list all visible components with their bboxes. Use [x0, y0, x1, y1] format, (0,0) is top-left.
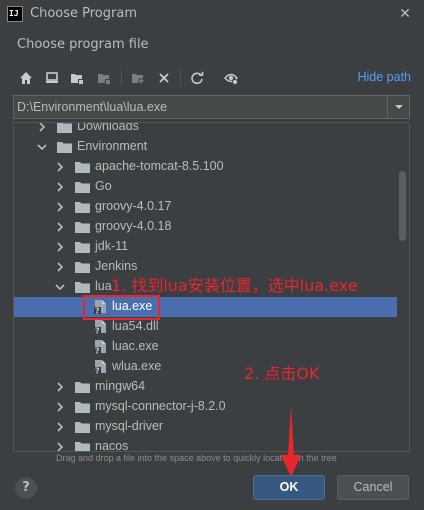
tree-folder-row[interactable]: Go: [14, 177, 397, 197]
path-history-dropdown[interactable]: [387, 96, 409, 118]
tree-item-label: jdk-11: [95, 239, 129, 253]
chevron-right-icon[interactable]: [55, 162, 65, 172]
tree-item-label: lua54.dll: [112, 319, 159, 333]
annotation-step-2: 2. 点击OK: [244, 364, 320, 383]
tree-scrollbar[interactable]: [397, 123, 408, 451]
folder-icon: [75, 202, 90, 213]
chevron-right-icon[interactable]: [55, 422, 65, 432]
chevron-right-icon[interactable]: [55, 182, 65, 192]
tree-item-label: wlua.exe: [112, 359, 162, 373]
tree-item-label: lua: [95, 279, 112, 293]
tree-folder-row[interactable]: Environment: [14, 137, 397, 157]
chevron-right-icon[interactable]: [37, 122, 47, 132]
help-button[interactable]: ?: [15, 477, 37, 499]
chevron-right-icon[interactable]: [55, 242, 65, 252]
folder-icon: [75, 422, 90, 433]
chevron-right-icon[interactable]: [55, 262, 65, 272]
tree-folder-row[interactable]: groovy-4.0.17: [14, 197, 397, 217]
tree-folder-row[interactable]: nacos: [14, 437, 397, 452]
folder-icon: [75, 262, 90, 273]
path-input[interactable]: [17, 99, 377, 115]
folder-icon: [75, 282, 90, 293]
delete-icon[interactable]: [153, 66, 175, 90]
chevron-down-icon[interactable]: [55, 282, 65, 292]
folder-icon: [75, 182, 90, 193]
home-icon[interactable]: [15, 66, 37, 90]
tree-item-label: Jenkins: [95, 259, 138, 273]
toolbar-separator: [121, 70, 122, 86]
svg-text:?: ?: [95, 347, 100, 355]
new-folder-icon[interactable]: [127, 66, 149, 90]
dialog-subtitle: Choose program file: [17, 37, 149, 52]
chevron-right-icon[interactable]: [55, 202, 65, 212]
tree-folder-row[interactable]: jdk-11: [14, 237, 397, 257]
intellij-logo-icon: IJ: [7, 6, 23, 22]
tree-folder-row[interactable]: Downloads: [14, 122, 397, 137]
folder-icon: [75, 402, 90, 413]
chevron-right-icon[interactable]: [55, 442, 65, 452]
tree-folder-row[interactable]: mysql-driver: [14, 417, 397, 437]
tree-item-label: Environment: [77, 139, 148, 153]
title-bar: IJ Choose Program ✕: [0, 0, 424, 30]
hide-path-link[interactable]: Hide path: [357, 70, 411, 84]
folder-icon: [75, 242, 90, 253]
project-folder-icon[interactable]: [66, 66, 88, 90]
close-icon[interactable]: ✕: [396, 5, 414, 23]
tree-item-label: groovy-4.0.17: [95, 199, 172, 213]
chevron-right-icon[interactable]: [55, 402, 65, 412]
file-chooser-toolbar: Hide path: [13, 66, 413, 90]
tree-folder-row[interactable]: apache-tomcat-8.5.100: [14, 157, 397, 177]
chevron-right-icon[interactable]: [55, 222, 65, 232]
ok-button[interactable]: OK: [253, 475, 325, 500]
annotation-step-1: 1. 找到lua安装位置，选中lua.exe: [111, 276, 358, 295]
svg-text:?: ?: [95, 327, 100, 335]
svg-text:?: ?: [95, 367, 100, 375]
refresh-icon[interactable]: [186, 66, 208, 90]
tree-item-label: Downloads: [77, 122, 139, 133]
chevron-down-icon: [394, 105, 403, 109]
tree-item-label: apache-tomcat-8.5.100: [95, 159, 224, 173]
tree-file-row[interactable]: ? wlua.exe: [14, 357, 397, 377]
show-hidden-icon[interactable]: [220, 66, 242, 90]
cancel-button[interactable]: Cancel: [337, 475, 409, 500]
path-field: [13, 95, 410, 119]
tree-item-label: nacos: [95, 439, 129, 452]
scrollbar-thumb[interactable]: [399, 171, 406, 241]
tree-item-label: Go: [95, 179, 112, 193]
module-folder-icon[interactable]: [93, 66, 115, 90]
folder-icon: [75, 162, 90, 173]
unknown-file-icon: ?: [94, 360, 106, 375]
chevron-down-icon[interactable]: [37, 142, 47, 152]
tree-item-label: groovy-4.0.18: [95, 219, 172, 233]
tree-folder-row[interactable]: mingw64: [14, 377, 397, 397]
unknown-file-icon: ?: [94, 340, 106, 355]
folder-icon: [75, 382, 90, 393]
tree-file-row[interactable]: ? lua.exe: [14, 297, 397, 317]
toolbar-separator: [180, 70, 181, 86]
folder-icon: [57, 123, 72, 133]
unknown-file-icon: ?: [94, 320, 106, 335]
folder-icon: [75, 222, 90, 233]
annotation-arrow-icon: [281, 405, 301, 477]
desktop-icon[interactable]: [41, 66, 63, 90]
tree-item-label: luac.exe: [112, 339, 159, 353]
tree-file-row[interactable]: ? luac.exe: [14, 337, 397, 357]
window-title: Choose Program: [30, 6, 137, 21]
tree-folder-row[interactable]: mysql-connector-j-8.2.0: [14, 397, 397, 417]
tree-item-label: mysql-connector-j-8.2.0: [95, 399, 226, 413]
tree-item-label: mingw64: [95, 379, 146, 393]
chevron-right-icon[interactable]: [55, 382, 65, 392]
annotation-highlight-box: [83, 295, 160, 320]
tree-file-row[interactable]: ? lua54.dll: [14, 317, 397, 337]
tree-folder-row[interactable]: groovy-4.0.18: [14, 217, 397, 237]
folder-icon: [75, 442, 90, 451]
tree-item-label: mysql-driver: [95, 419, 164, 433]
folder-icon: [57, 142, 72, 153]
